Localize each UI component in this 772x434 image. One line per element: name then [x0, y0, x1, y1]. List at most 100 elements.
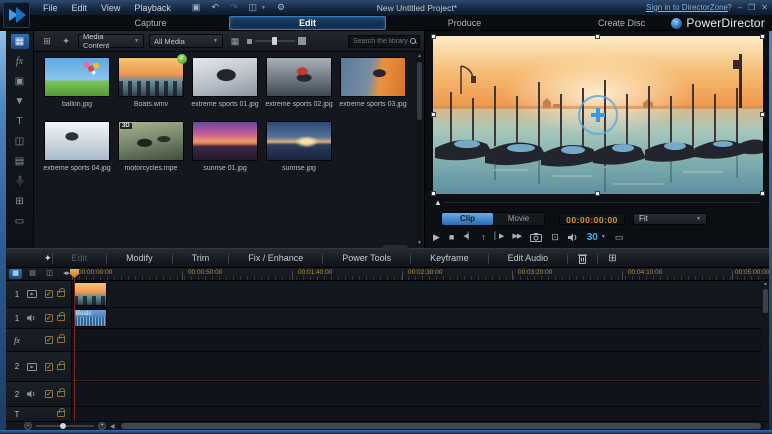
save-icon[interactable]: ▣ — [192, 2, 201, 13]
zoom-slider-knob[interactable] — [60, 423, 66, 429]
menu-playback[interactable]: Playback — [127, 3, 178, 13]
thumbnail-boats[interactable]: ✓ — [118, 57, 184, 97]
stop-button[interactable]: ■ — [449, 230, 454, 244]
search-input[interactable] — [353, 38, 410, 45]
scrollbar-thumb[interactable] — [417, 62, 422, 120]
track-enable-checkbox[interactable]: ✓ — [45, 290, 53, 298]
toolbar-edit-audio-button[interactable]: Edit Audio — [489, 253, 568, 263]
zoom-out-button[interactable]: − — [24, 422, 32, 430]
preview-window-button[interactable]: ⊡ — [551, 230, 559, 244]
transition-room-icon[interactable]: ◫ — [11, 134, 29, 149]
video-clip-boats[interactable] — [73, 282, 107, 306]
media-content-dropdown[interactable]: Media Content ▼ — [78, 34, 144, 48]
subtitle-room-icon[interactable]: ▭ — [11, 214, 29, 229]
dual-preview-button[interactable]: ▭ — [615, 230, 624, 244]
timeline-zoom-slider[interactable] — [36, 425, 94, 427]
track-content[interactable] — [72, 281, 769, 307]
timeline-horizontal-scrollbar[interactable] — [119, 423, 765, 429]
track-enable-checkbox[interactable]: ✓ — [45, 314, 53, 322]
toolbar-modify-button[interactable]: Modify — [107, 253, 172, 263]
menu-view[interactable]: View — [94, 3, 127, 13]
seek-bar[interactable]: ▲ — [433, 197, 763, 208]
library-item[interactable]: extreme sports 01.jpg — [188, 57, 262, 108]
timeline-ruler[interactable]: ▦ ▤ ◫ ◂▸ 00:00:00:00 00:00:50:00 00:01:4… — [6, 268, 769, 281]
track-content[interactable] — [72, 407, 769, 421]
maximize-button[interactable]: ❐ — [748, 3, 755, 12]
track-content[interactable] — [72, 329, 769, 351]
track-lock-icon[interactable] — [57, 315, 65, 321]
magic-tools-wand-icon[interactable]: ✦ — [44, 253, 52, 264]
pip-objects-room-icon[interactable]: ▣ — [11, 74, 29, 89]
scroll-down-icon[interactable]: ▼ — [416, 240, 423, 246]
menu-file[interactable]: File — [36, 3, 65, 13]
play-button[interactable]: ▶ — [433, 230, 440, 244]
thumbnail-sunrise-sea[interactable] — [266, 121, 332, 161]
track-manager-icon[interactable]: ▦ — [9, 269, 22, 279]
library-item[interactable]: sunrise 01.jpg — [188, 121, 262, 172]
resize-handle-n[interactable] — [595, 34, 600, 39]
timeline-vertical-scrollbar[interactable]: ▲ — [762, 281, 769, 420]
track-content[interactable]: Boats — [72, 308, 769, 328]
tab-edit[interactable]: Edit — [229, 16, 386, 30]
library-menu-icon[interactable]: ▦ — [228, 36, 242, 47]
track-lock-icon[interactable] — [57, 291, 65, 297]
audio-mixing-room-icon[interactable]: ▤ — [11, 154, 29, 169]
preview-quality-fps-button[interactable]: 30 — [587, 232, 598, 243]
fit-zoom-dropdown[interactable]: Fit ▼ — [633, 213, 707, 225]
zoom-in-button[interactable]: + — [98, 422, 106, 430]
timecode-display[interactable]: 00:00:00:00 — [559, 213, 625, 225]
scroll-left-icon[interactable]: ◀ — [110, 423, 115, 430]
scrollbar-thumb[interactable] — [121, 423, 761, 429]
thumbnail-bmx[interactable] — [192, 57, 258, 97]
thumbnail-motorcycles[interactable]: 3D — [118, 121, 184, 161]
pip-center-crosshair[interactable] — [578, 95, 618, 135]
small-thumbnail-icon[interactable] — [247, 39, 252, 44]
media-room-icon[interactable]: ▦ — [11, 34, 29, 49]
tab-capture[interactable]: Capture — [72, 15, 229, 31]
track-content[interactable] — [72, 352, 769, 381]
thumbnail-skateboard[interactable] — [340, 57, 406, 97]
resize-handle-w[interactable] — [431, 112, 436, 117]
resize-handle-sw[interactable] — [431, 191, 436, 196]
particle-room-icon[interactable]: ▼ — [11, 94, 29, 109]
fps-dropdown-icon[interactable]: ▼ — [601, 234, 606, 240]
all-media-dropdown[interactable]: All Media ▼ — [149, 34, 223, 48]
library-searchbox[interactable] — [348, 35, 420, 48]
scrollbar-thumb[interactable] — [763, 289, 768, 313]
trash-icon[interactable] — [568, 253, 597, 264]
chapter-room-icon[interactable]: ⊞ — [11, 194, 29, 209]
storyboard-view-icon[interactable]: ◫ — [43, 269, 56, 279]
resize-handle-se[interactable] — [760, 191, 765, 196]
track-enable-checkbox[interactable]: ✓ — [45, 336, 53, 344]
library-item[interactable]: ✓ Boats.wmv — [114, 57, 188, 108]
next-frame-button[interactable]: ▏▶ — [495, 230, 504, 244]
scroll-up-icon[interactable]: ▲ — [762, 281, 769, 287]
tab-produce[interactable]: Produce — [386, 15, 543, 31]
large-thumbnail-icon[interactable] — [298, 37, 306, 45]
resize-handle-nw[interactable] — [431, 34, 436, 39]
volume-icon[interactable] — [568, 233, 578, 242]
thumbnail-zoom-slider[interactable] — [255, 40, 295, 42]
voiceover-room-icon[interactable] — [11, 174, 29, 189]
toolbar-keyframe-button[interactable]: Keyframe — [411, 253, 488, 263]
toolbar-trim-button[interactable]: Trim — [173, 253, 229, 263]
signin-directorzone-link[interactable]: Sign in to DirectorZone — [646, 3, 728, 12]
capture-frame-button[interactable]: ↑ — [481, 230, 486, 244]
3d-display-dropdown-icon[interactable]: ▼ — [261, 5, 266, 11]
import-media-icon[interactable]: ⊞ — [40, 36, 54, 47]
library-item[interactable]: 3D motorcycles.mpe — [114, 121, 188, 172]
scroll-up-icon[interactable]: ▲ — [416, 53, 423, 59]
track-lock-icon[interactable] — [57, 391, 65, 397]
playhead-line[interactable] — [74, 277, 75, 421]
seek-handle-icon[interactable]: ▲ — [434, 198, 442, 207]
fast-forward-button[interactable]: ▶▶ — [512, 230, 521, 244]
track-lock-icon[interactable] — [57, 337, 65, 343]
video-preview[interactable] — [433, 36, 763, 194]
track-lock-icon[interactable] — [57, 411, 65, 417]
3d-display-icon[interactable]: ◫ — [249, 2, 258, 13]
magic-wand-icon[interactable]: ✦ — [59, 36, 73, 47]
close-button[interactable]: ✕ — [761, 3, 768, 12]
settings-gear-icon[interactable]: ⚙ — [277, 2, 285, 13]
undo-icon[interactable]: ↶ — [211, 2, 219, 13]
snapshot-camera-icon[interactable] — [530, 233, 542, 242]
